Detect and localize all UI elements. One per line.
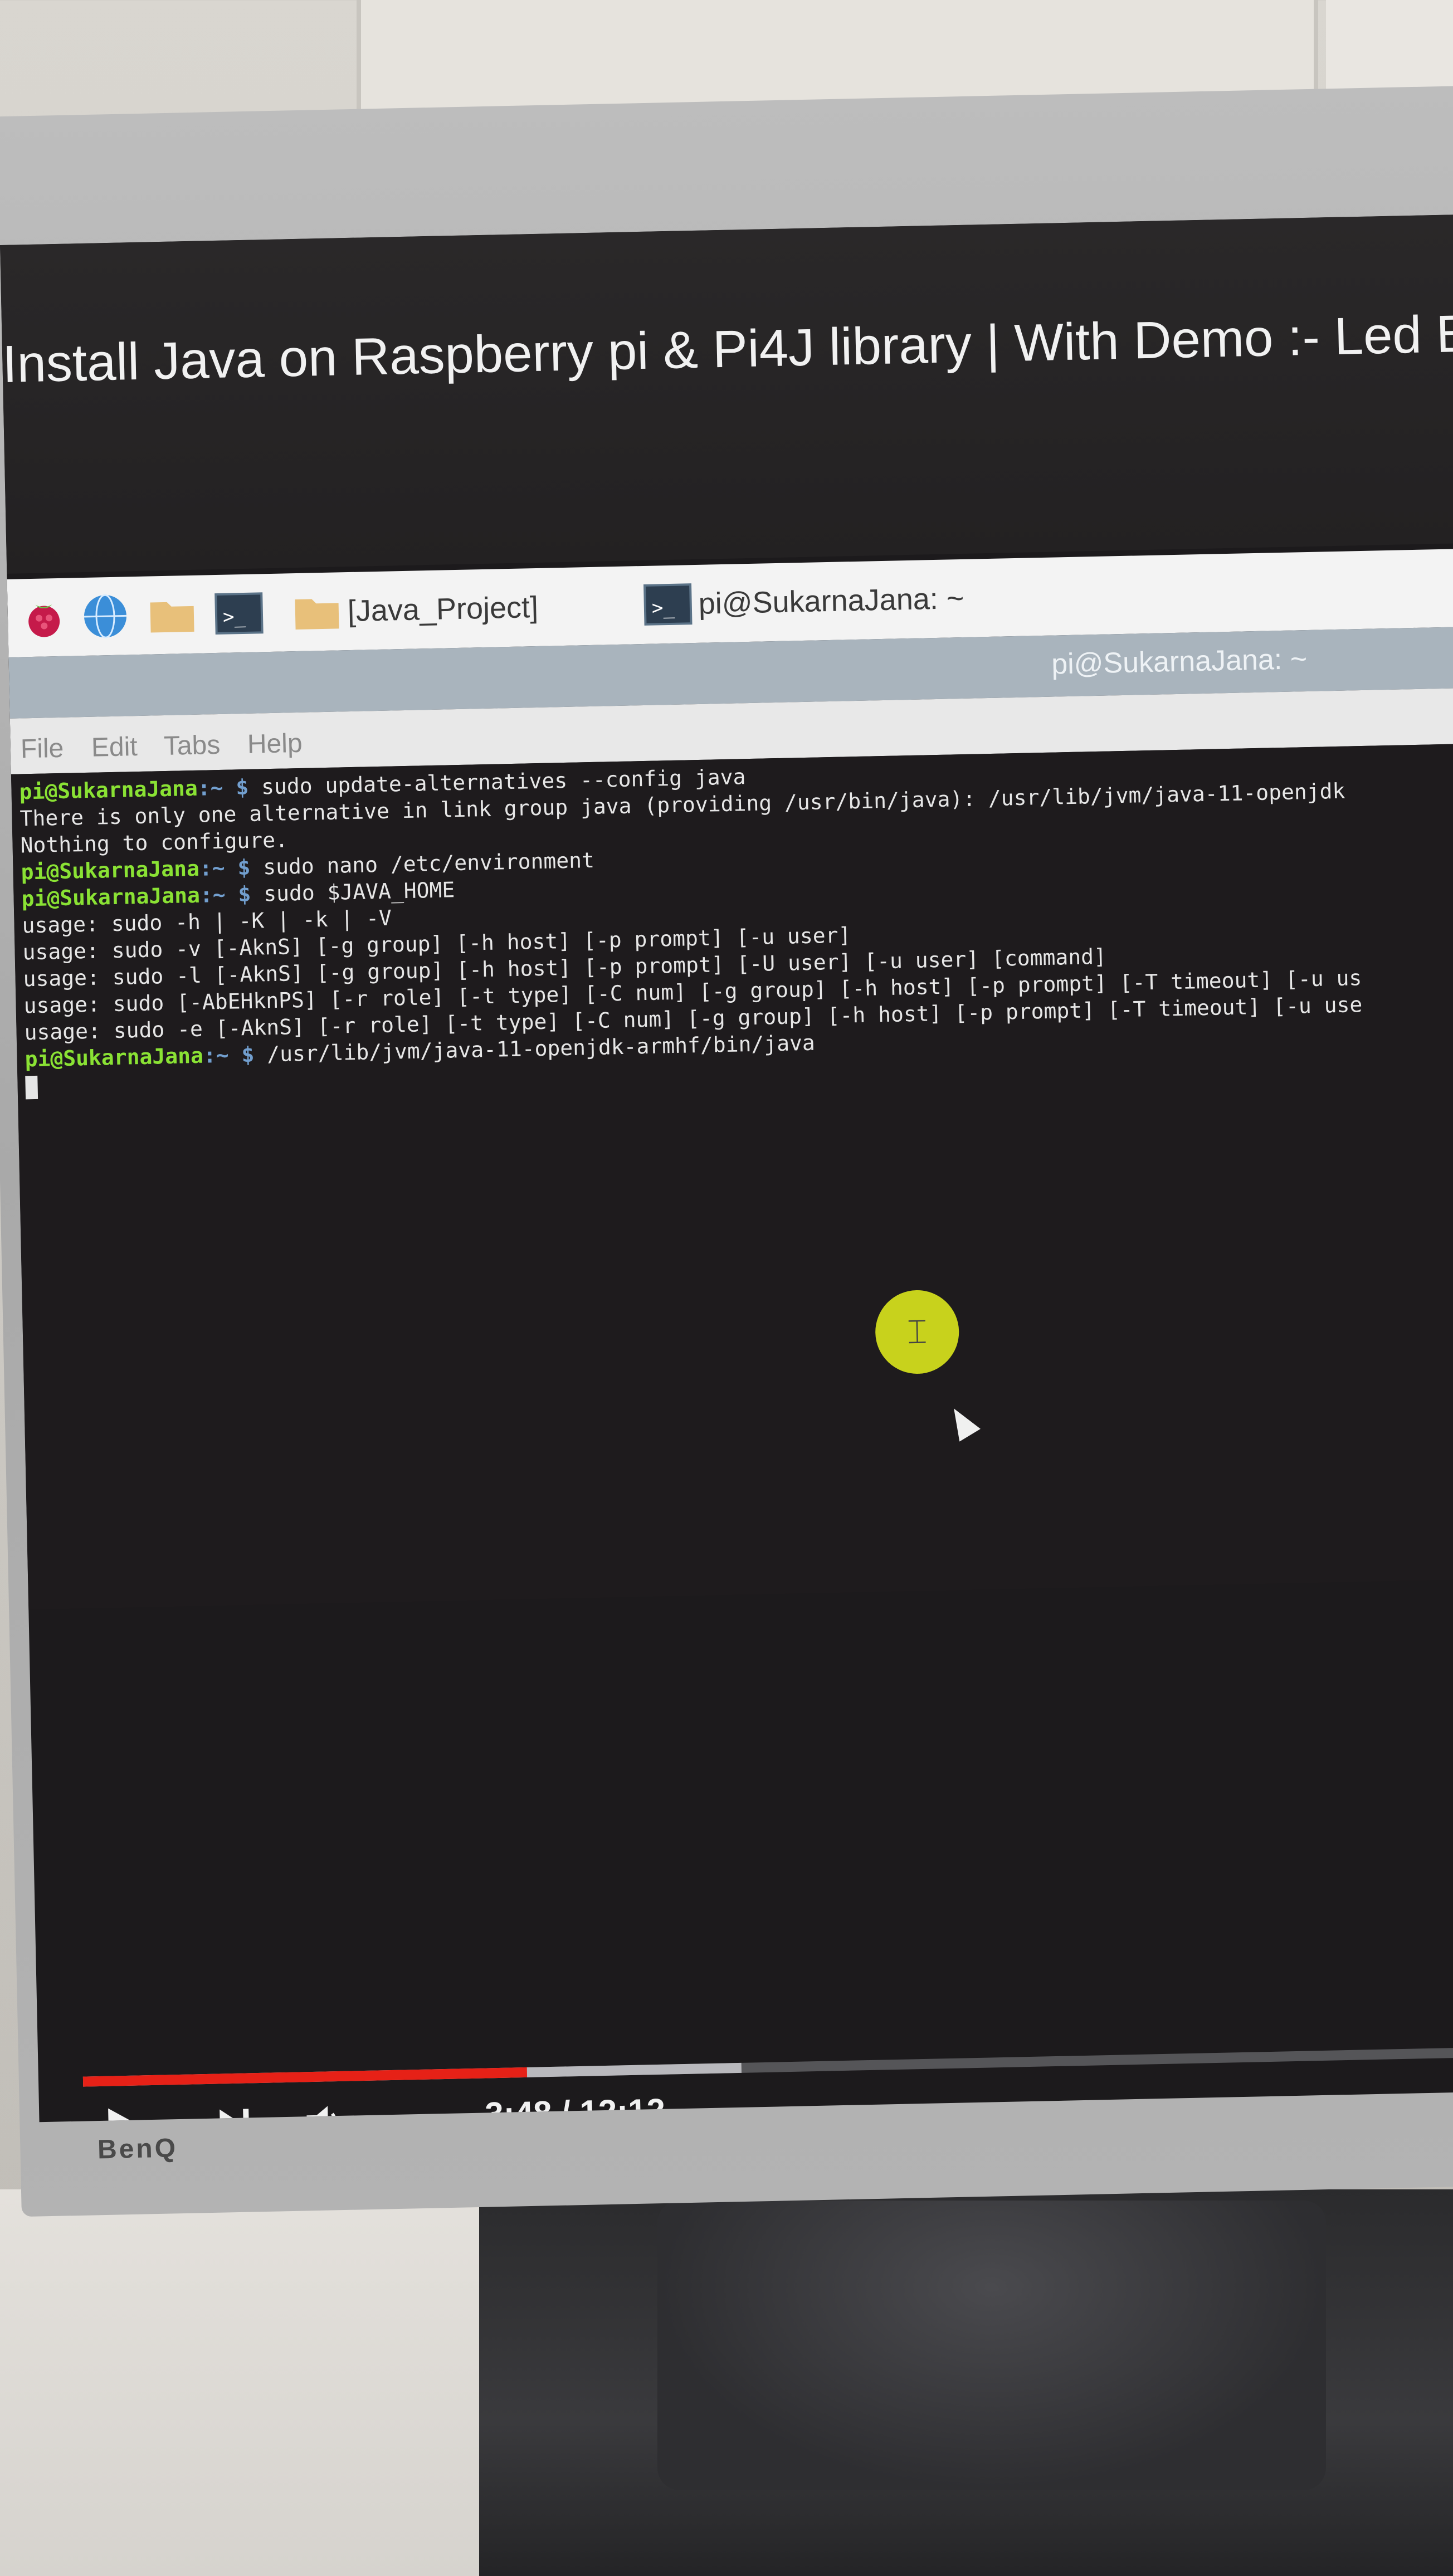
menu-tabs[interactable]: Tabs (163, 730, 221, 762)
terminal-icon: >_ (214, 592, 264, 635)
taskbar-browser[interactable] (80, 588, 131, 645)
menu-help[interactable]: Help (247, 728, 303, 760)
raspberry-icon (28, 604, 60, 637)
svg-text:>_: >_ (651, 597, 675, 619)
monitor-stand-neck (657, 2201, 1326, 2490)
monitor-brand-logo: BenQ (97, 2133, 178, 2165)
video-progress-played[interactable] (82, 2067, 527, 2087)
window-title: pi@SukarnaJana: ~ (1051, 643, 1308, 681)
svg-text:>_: >_ (223, 606, 246, 628)
terminal-icon: >_ (643, 583, 693, 626)
menu-file[interactable]: File (20, 733, 64, 765)
play-icon[interactable] (100, 2103, 146, 2123)
taskbar-window-java-project[interactable]: [Java_Project] (291, 579, 539, 640)
video-title-bar: Install Java on Raspberry pi & Pi4J libr… (0, 214, 1453, 574)
text-cursor (25, 1075, 38, 1099)
menu-edit[interactable]: Edit (91, 731, 138, 763)
taskbar-raspberry-menu[interactable] (18, 589, 70, 646)
taskbar-file-manager[interactable] (147, 587, 198, 643)
monitor-screen: Install Java on Raspberry pi & Pi4J libr… (0, 214, 1453, 2123)
taskbar-window-label: pi@SukarnaJana: ~ (698, 581, 964, 621)
taskbar-window-label: [Java_Project] (347, 590, 539, 628)
folder-icon (295, 599, 339, 630)
globe-icon (84, 594, 127, 638)
taskbar-terminal[interactable]: >_ (213, 585, 265, 642)
folder-icon (150, 602, 194, 633)
video-title[interactable]: Install Java on Raspberry pi & Pi4J libr… (2, 303, 1453, 394)
i-beam-cursor-icon: ⌶ (906, 1312, 928, 1352)
terminal-output[interactable]: pi@SukarnaJana:~ $ sudo update-alternati… (11, 743, 1453, 1610)
taskbar-window-terminal[interactable]: >_ pi@SukarnaJana: ~ (642, 570, 965, 633)
terminal-cursor-line (25, 1072, 38, 1099)
